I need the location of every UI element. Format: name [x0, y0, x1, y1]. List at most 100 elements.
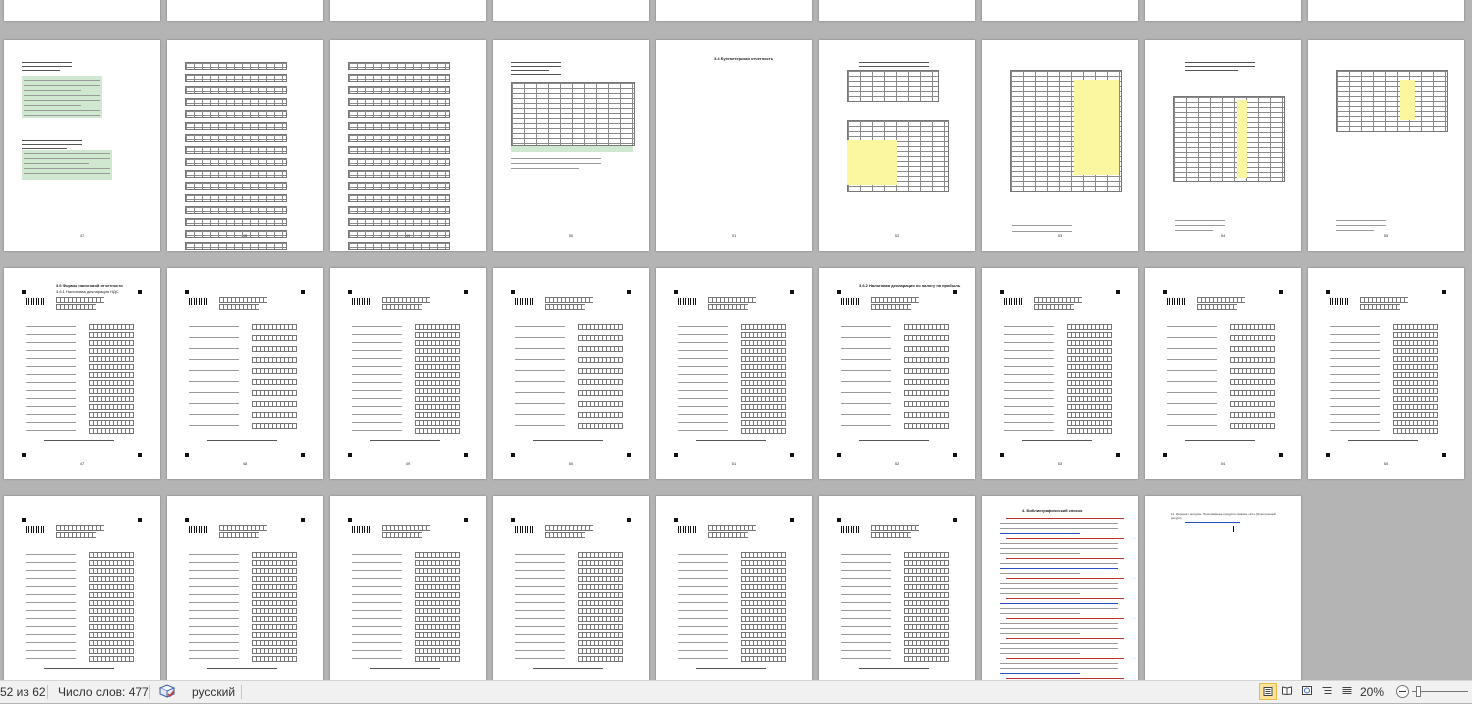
zoom-level[interactable]: 20% [1360, 684, 1384, 700]
document-page[interactable]: 53 [982, 268, 1138, 479]
document-page[interactable]: 48 [167, 268, 323, 479]
document-page[interactable]: 3.6 Формы налоговой отчетности 3.6.1 Нало… [4, 268, 160, 479]
inn-boxes [56, 297, 104, 303]
text-line [1167, 370, 1217, 371]
text-line [1004, 366, 1054, 367]
text-line [1330, 334, 1380, 335]
text-line [24, 105, 81, 106]
print-layout-icon[interactable] [1259, 683, 1277, 700]
spellcheck-book-icon[interactable] [158, 683, 176, 700]
document-page[interactable]: 48 [167, 40, 323, 251]
value-boxes [1230, 412, 1275, 418]
text-line [1004, 382, 1054, 383]
report-table [185, 62, 287, 70]
report-table [185, 182, 287, 190]
barcode [352, 298, 370, 305]
text-line [678, 374, 728, 375]
zoom-out-button[interactable] [1396, 685, 1409, 698]
value-boxes [578, 346, 623, 352]
text-line [678, 554, 728, 555]
document-page[interactable] [4, 0, 160, 21]
document-page[interactable]: 54 [1145, 40, 1301, 251]
value-boxes [89, 396, 134, 402]
inn-boxes [56, 525, 104, 531]
registration-mark [1279, 290, 1283, 294]
value-boxes [741, 560, 786, 566]
document-page[interactable] [982, 0, 1138, 21]
report-table [185, 206, 287, 214]
value-boxes [415, 364, 460, 370]
text-line [352, 366, 402, 367]
bibliography-line [1000, 543, 1118, 544]
document-page[interactable]: 53 [982, 40, 1138, 251]
registration-mark [1279, 453, 1283, 457]
value-boxes [415, 356, 460, 362]
value-boxes [415, 624, 460, 630]
value-boxes [252, 368, 297, 374]
inn-boxes [1197, 297, 1245, 303]
document-page[interactable]: 3.6.2 Налоговая декларация по налогу на … [819, 268, 975, 479]
value-boxes [252, 584, 297, 590]
draft-icon[interactable] [1339, 683, 1357, 700]
green-row [511, 146, 633, 152]
value-boxes [1067, 420, 1112, 426]
document-page[interactable] [330, 0, 486, 21]
document-page[interactable]: 51 [656, 268, 812, 479]
value-boxes [415, 412, 460, 418]
document-page[interactable]: 50 [493, 268, 649, 479]
document-page[interactable]: 11. Интернет ресурсы. Программные продук… [1145, 496, 1301, 680]
document-page[interactable] [493, 0, 649, 21]
document-page[interactable] [167, 496, 323, 680]
full-screen-reading-icon[interactable] [1279, 683, 1297, 700]
document-page[interactable] [656, 0, 812, 21]
document-page[interactable]: 3.4 Бухгалтерская отчетность 51 [656, 40, 812, 251]
document-page[interactable]: 55 [1308, 40, 1464, 251]
document-page[interactable]: 54 [1145, 268, 1301, 479]
value-boxes [89, 648, 134, 654]
document-canvas[interactable]: 47 48 49 50 3.4 Бухгалтерская отчетность 51 52… [0, 0, 1472, 680]
zoom-slider-thumb[interactable] [1416, 686, 1421, 697]
document-page[interactable] [819, 0, 975, 21]
signature-line [533, 668, 603, 669]
document-page[interactable]: 47 [4, 40, 160, 251]
text-line [26, 382, 76, 383]
web-layout-icon[interactable] [1299, 683, 1317, 700]
document-page[interactable]: 50 [493, 40, 649, 251]
value-boxes [89, 332, 134, 338]
word-count[interactable]: Число слов: 477 [58, 684, 149, 700]
document-page[interactable] [493, 496, 649, 680]
document-page[interactable] [167, 0, 323, 21]
value-boxes [1393, 364, 1438, 370]
text-line [841, 370, 891, 371]
document-page[interactable]: 49 [330, 268, 486, 479]
document-page[interactable] [1145, 0, 1301, 21]
value-boxes [415, 404, 460, 410]
value-boxes [252, 640, 297, 646]
document-page[interactable] [819, 496, 975, 680]
document-page[interactable] [656, 496, 812, 680]
bibliography-line [1000, 563, 1118, 564]
bibliography-line [1000, 533, 1080, 534]
value-boxes [252, 568, 297, 574]
document-page[interactable]: 49 [330, 40, 486, 251]
page-number: 49 [405, 233, 411, 238]
page-number: 49 [405, 461, 411, 466]
document-page[interactable]: 4. Библиографический список [982, 496, 1138, 680]
report-table [847, 70, 939, 102]
document-page[interactable] [330, 496, 486, 680]
document-page[interactable] [4, 496, 160, 680]
signature-line [370, 440, 440, 441]
kpp-boxes [871, 304, 911, 310]
language-indicator[interactable]: русский [192, 684, 235, 700]
outline-icon[interactable] [1319, 683, 1337, 700]
value-boxes [578, 600, 623, 606]
document-page[interactable] [1308, 0, 1464, 21]
text-line [841, 326, 891, 327]
page-counter[interactable]: 52 из 62 [0, 684, 46, 700]
document-page[interactable]: 52 [819, 40, 975, 251]
page-number: 55 [1383, 461, 1389, 466]
document-page[interactable]: 55 [1308, 268, 1464, 479]
text-line [26, 430, 76, 431]
text-line [26, 650, 76, 651]
value-boxes [252, 423, 297, 429]
